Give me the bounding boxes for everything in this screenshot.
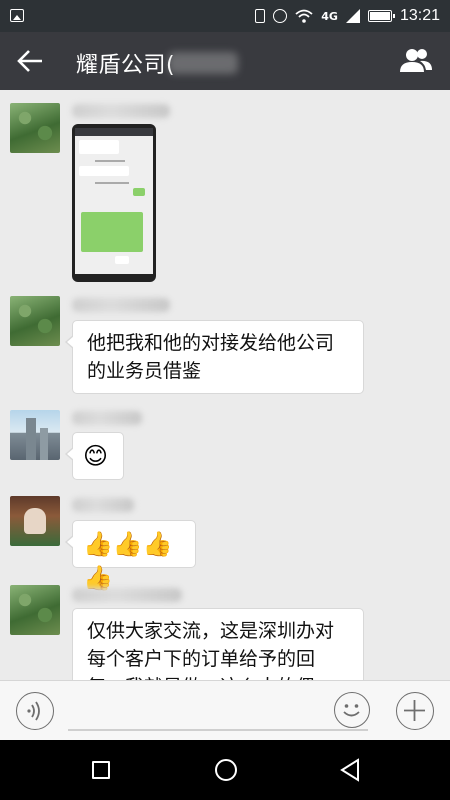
message-text: 他把我和他的对接发给他公司的业务员借鉴 bbox=[87, 332, 335, 382]
chat-header: 耀盾公司( bbox=[0, 32, 450, 90]
back-button[interactable] bbox=[338, 758, 362, 782]
title-redaction bbox=[168, 52, 238, 74]
message-bubble[interactable]: 😊 bbox=[65, 432, 124, 480]
smile-icon bbox=[343, 704, 360, 717]
image-notification-icon bbox=[10, 9, 24, 22]
home-button[interactable] bbox=[215, 759, 237, 781]
clock: 13:21 bbox=[399, 7, 440, 24]
status-icons: 4G 13:21 bbox=[255, 0, 440, 32]
avatar[interactable] bbox=[10, 410, 60, 460]
sender-name-redacted bbox=[72, 104, 170, 118]
voice-icon bbox=[27, 701, 40, 721]
battery-icon bbox=[367, 10, 395, 22]
chat-title: 耀盾公司( bbox=[76, 53, 176, 78]
plus-icon bbox=[404, 700, 425, 721]
back-arrow-icon[interactable] bbox=[14, 46, 48, 76]
vibrate-icon bbox=[255, 9, 266, 23]
message-bubble[interactable]: 👍👍👍👍 bbox=[65, 520, 196, 592]
system-nav-bar bbox=[0, 740, 450, 800]
message-bubble[interactable]: 他把我和他的对接发给他公司的业务员借鉴 bbox=[65, 320, 364, 394]
avatar[interactable] bbox=[10, 585, 60, 635]
avatar[interactable] bbox=[10, 496, 60, 546]
input-bar bbox=[0, 680, 450, 740]
voice-input-button[interactable] bbox=[16, 692, 54, 730]
chat-image[interactable] bbox=[72, 124, 156, 282]
chat-image-content bbox=[75, 128, 153, 274]
network-type: 4G bbox=[321, 9, 338, 23]
emoji-button[interactable] bbox=[334, 692, 370, 728]
sender-name-redacted bbox=[72, 298, 170, 312]
sender-name-redacted bbox=[72, 588, 182, 602]
smile-emoji: 😊 bbox=[83, 442, 109, 470]
signal-icon bbox=[345, 9, 360, 23]
message-input[interactable] bbox=[68, 729, 368, 731]
avatar[interactable] bbox=[10, 103, 60, 153]
sender-name-redacted bbox=[72, 498, 134, 512]
group-members-icon[interactable] bbox=[398, 46, 434, 76]
status-bar: 4G 13:21 bbox=[0, 0, 450, 32]
sender-name-redacted bbox=[72, 411, 142, 425]
avatar[interactable] bbox=[10, 296, 60, 346]
recent-apps-button[interactable] bbox=[92, 761, 110, 779]
alarm-icon bbox=[273, 9, 288, 23]
more-button[interactable] bbox=[396, 692, 434, 730]
wifi-icon bbox=[295, 9, 313, 23]
